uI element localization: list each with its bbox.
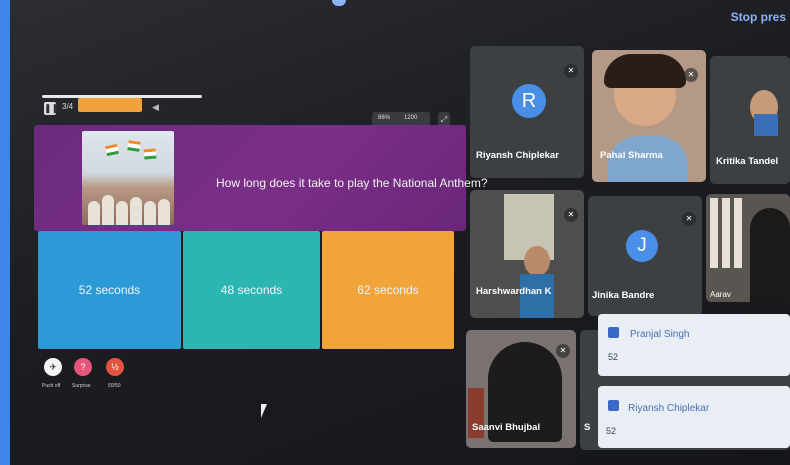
chat-message: 52 [606,426,617,436]
powerup-label: Push off [42,383,61,389]
speaker-icon[interactable]: ◀ [152,102,159,113]
participant-tile[interactable]: ✕ J Jinika Bandre [588,196,702,316]
participant-shirt [754,114,778,136]
child-figure [88,201,100,225]
child-figure [130,197,142,225]
child-figure [158,199,170,225]
surprise-icon[interactable]: ? [74,358,92,376]
laptop-screen: Stop pres ❚❚ 3/4 ◀ 86% 1200 ⤢ How long d… [10,0,790,465]
background-window [734,198,742,268]
participant-tile[interactable]: ✕ Harshwardhan K [470,190,584,318]
question-counter: 3/4 [62,102,74,111]
child-figure [144,201,156,225]
avatar: R [512,84,546,118]
chat-message: 52 [608,352,619,362]
answer-option-2[interactable]: 48 seconds [183,231,320,349]
participant-name: Aarav [710,290,731,299]
mic-off-icon: ✕ [564,208,578,222]
quiz-score: 1200 [404,115,418,121]
participant-name: Kritika Tandel [716,156,779,167]
background-window [722,198,730,268]
present-indicator [332,0,346,6]
pause-icon[interactable]: ❚❚ [44,102,59,115]
mic-off-icon: ✕ [682,212,696,226]
participant-tile[interactable]: ✕ Pahal Sharma [592,50,706,182]
mic-off-icon: ✕ [564,64,578,78]
question-text: How long does it take to play the Nation… [216,176,488,190]
chat-sender: Riyansh Chiplekar [628,403,710,414]
child-figure [102,195,114,225]
powerup-label: Surprise [72,383,91,389]
participant-hair [604,54,686,88]
question-image [82,131,174,225]
chat-icon [608,327,619,338]
chat-notification[interactable]: Pranjal Singh 52 [598,314,790,376]
participant-name: Saanvi Bhujbal [472,422,541,433]
participant-tile[interactable]: ✕ R Riyansh Chiplekar [470,46,584,178]
mic-off-icon: ✕ [684,68,698,82]
participant-name: Jinika Bandre [592,290,655,301]
avatar: J [626,230,658,262]
participant-tile[interactable]: Aarav [706,194,790,302]
child-figure [116,201,128,225]
chat-notification[interactable]: Riyansh Chiplekar 52 [598,386,790,448]
powerups-bar: ✈ Push off ? Surprise ½ 50/50 [40,358,170,398]
participant-figure [750,208,790,302]
mouse-cursor-icon [261,404,267,418]
question-card: How long does it take to play the Nation… [34,125,488,231]
participant-tile[interactable]: Kritika Tandel [710,56,790,184]
participant-face [524,246,550,276]
chat-icon [608,400,619,411]
flag-icon [127,140,141,152]
participant-tile[interactable]: ✕ Saanvi Bhujbal [466,330,576,448]
quiz-timer-bar [78,98,142,112]
fifty-fifty-icon[interactable]: ½ [106,358,124,376]
participant-name: S [584,422,591,433]
answer-option-1[interactable]: 52 seconds [38,231,181,349]
answer-option-3[interactable]: 62 seconds [322,231,454,349]
chat-sender: Pranjal Singh [630,329,690,340]
flag-icon [105,143,119,157]
powerup-label: 50/50 [108,383,121,389]
participant-name: Pahal Sharma [600,150,663,161]
background-window [710,198,718,268]
push-off-icon[interactable]: ✈ [44,358,62,376]
mic-off-icon: ✕ [556,344,570,358]
correct-percent: 86% [378,115,391,121]
participant-name: Riyansh Chiplekar [476,150,559,161]
stop-presenting-button[interactable]: Stop pres [731,10,786,24]
participant-name: Harshwardhan K [476,286,552,297]
flag-icon [143,148,157,160]
